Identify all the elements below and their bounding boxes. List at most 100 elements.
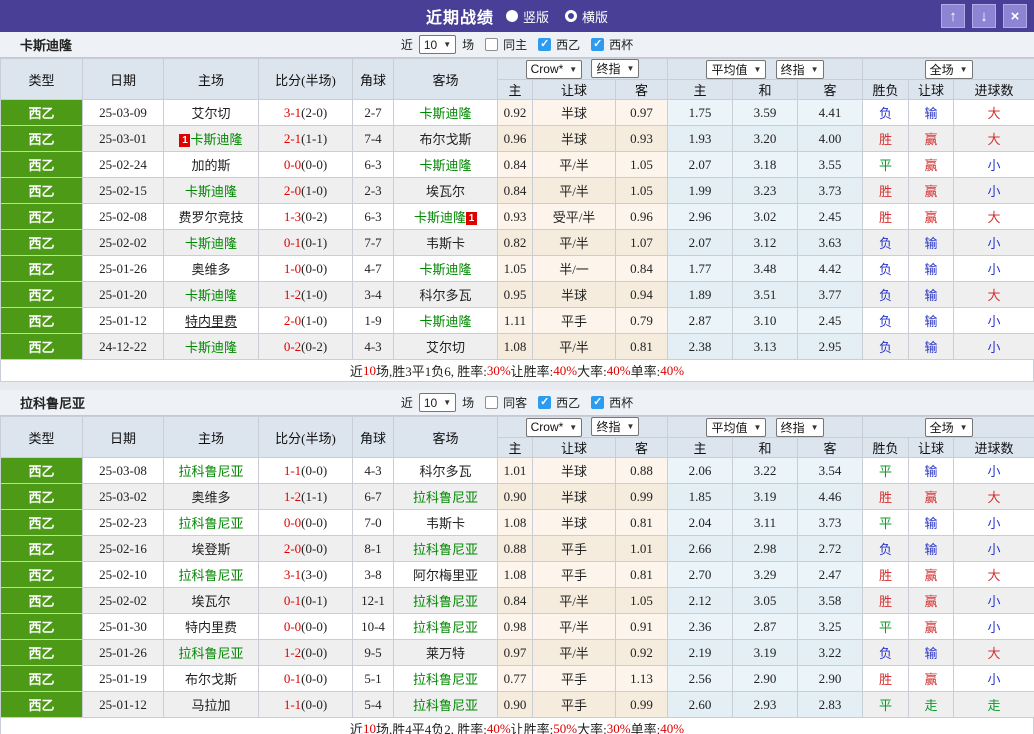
full-match-select[interactable]: 全场 ▼: [924, 59, 973, 79]
avg-away-odds: 3.63: [797, 229, 864, 256]
team-name-link[interactable]: 拉科鲁尼亚: [178, 568, 243, 583]
away-team-cell: 拉科鲁尼亚: [393, 535, 498, 562]
team-name-link[interactable]: 卡斯迪隆: [419, 158, 471, 173]
avg-home-odds: 2.19: [667, 639, 734, 666]
full-time-score: 0-0: [283, 514, 302, 530]
close-button[interactable]: ×: [1003, 4, 1027, 28]
team-name-link[interactable]: 韦斯卡: [426, 516, 465, 531]
same-venue-checkbox[interactable]: [485, 38, 499, 51]
half-time-score: (0-0): [301, 462, 328, 478]
team-name-link[interactable]: 科尔多瓦: [419, 464, 471, 479]
team-name-link[interactable]: 拉科鲁尼亚: [413, 620, 478, 635]
league-type-cell: 西乙: [0, 125, 83, 152]
team-name-link[interactable]: 拉科鲁尼亚: [413, 490, 478, 505]
average-time-select[interactable]: 终指 ▼: [775, 59, 824, 79]
team-name-link[interactable]: 卡斯迪隆: [185, 184, 237, 199]
handicap-result: 输: [908, 509, 955, 536]
odds-time-select[interactable]: 终指 ▼: [591, 59, 640, 79]
team-name-link[interactable]: 拉科鲁尼亚: [413, 542, 478, 557]
outcome-result: 负: [862, 333, 910, 360]
match-date-cell: 25-01-12: [82, 691, 164, 718]
team-name-link[interactable]: 卡斯迪隆: [185, 340, 237, 355]
team-name-link[interactable]: 卡斯迪隆: [185, 236, 237, 251]
team-name-link[interactable]: 拉科鲁尼亚: [413, 594, 478, 609]
vertical-layout-radio[interactable]: 竖版: [505, 7, 549, 26]
home-team-cell: 卡斯迪隆: [163, 281, 259, 308]
bookmaker-select[interactable]: Crow* ▼: [525, 59, 583, 79]
full-time-score: 0-1: [283, 592, 302, 608]
team-name-link[interactable]: 加的斯: [191, 158, 230, 173]
team-name-link[interactable]: 奥维多: [191, 262, 230, 277]
move-down-button[interactable]: ↓: [972, 4, 996, 28]
team-name-link[interactable]: 奥维多: [191, 490, 230, 505]
chevron-down-icon: ▼: [959, 422, 968, 432]
team-name-link[interactable]: 阿尔梅里亚: [413, 568, 478, 583]
avg-away-odds: 2.90: [797, 665, 864, 692]
team-name-link[interactable]: 埃瓦尔: [426, 184, 465, 199]
crow-home-odds: 1.08: [497, 509, 533, 536]
chevron-down-icon: ▼: [626, 64, 635, 74]
footer-stat-segment: 让胜率:: [510, 364, 554, 379]
avg-home-odds: 1.75: [667, 99, 734, 126]
move-up-button[interactable]: ↑: [941, 4, 965, 28]
team-name-link[interactable]: 卡斯迪隆: [414, 210, 466, 225]
team-name-link[interactable]: 拉科鲁尼亚: [413, 672, 478, 687]
col-header-date: 日期: [82, 416, 164, 458]
goals-result: 小: [953, 665, 1034, 692]
team-name-link[interactable]: 卡斯迪隆: [419, 262, 471, 277]
half-time-score: (0-1): [301, 592, 328, 608]
team-name-link[interactable]: 卡斯迪隆: [190, 132, 242, 147]
handicap-result: 赢: [908, 665, 955, 692]
team-name-link[interactable]: 卡斯迪隆: [185, 288, 237, 303]
full-match-select[interactable]: 全场 ▼: [924, 417, 973, 437]
league-checkbox[interactable]: [538, 37, 552, 51]
team-name-link[interactable]: 布尔戈斯: [185, 672, 237, 687]
col-header-outcome: 胜负: [862, 437, 910, 458]
match-row: 西乙 25-02-08 费罗尔竞技 1-3(0-2) 6-3 卡斯迪隆 1 0.93 受平/半 0…: [0, 203, 1034, 230]
select-value: 终指: [780, 62, 805, 77]
filter-controls: 近 10 ▼ 场 同主 西乙 西杯: [401, 35, 633, 54]
average-select[interactable]: 平均值 ▼: [706, 59, 767, 79]
chevron-down-icon: ▼: [959, 64, 968, 74]
average-time-select[interactable]: 终指 ▼: [775, 417, 824, 437]
team-name-link[interactable]: 拉科鲁尼亚: [178, 464, 243, 479]
crow-handicap: 平手: [532, 307, 616, 334]
avg-away-odds: 3.77: [797, 281, 864, 308]
footer-stat-segment: 40%: [660, 362, 685, 378]
outcome-result: 负: [862, 307, 910, 334]
close-icon: ×: [1010, 7, 1020, 25]
team-name-link[interactable]: 拉科鲁尼亚: [413, 698, 478, 713]
team-name-link[interactable]: 费罗尔竞技: [178, 210, 243, 225]
horizontal-layout-radio[interactable]: 横版: [565, 7, 608, 26]
team-name-link[interactable]: 拉科鲁尼亚: [178, 516, 243, 531]
match-count-select[interactable]: 10 ▼: [418, 35, 457, 54]
corner-score-cell: 5-1: [352, 665, 394, 692]
cup-checkbox[interactable]: [591, 37, 605, 51]
team-name-link[interactable]: 埃瓦尔: [191, 594, 230, 609]
team-name-link[interactable]: 埃登斯: [191, 542, 230, 557]
team-name-link[interactable]: 韦斯卡: [426, 236, 465, 251]
team-name-link[interactable]: 卡斯迪隆: [419, 106, 471, 121]
team-name-link[interactable]: 布尔戈斯: [419, 132, 471, 147]
team-name-link[interactable]: 艾尔切: [191, 106, 230, 121]
team-name-link[interactable]: 卡斯迪隆: [419, 314, 471, 329]
match-count-select[interactable]: 10 ▼: [418, 393, 457, 412]
same-venue-checkbox[interactable]: [485, 396, 499, 409]
match-date-cell: 25-02-23: [82, 509, 164, 536]
cup-checkbox[interactable]: [591, 395, 605, 409]
full-time-score: 1-1: [283, 462, 302, 478]
team-name-link[interactable]: 特内里费: [185, 620, 237, 635]
average-select[interactable]: 平均值 ▼: [706, 417, 767, 437]
avg-draw-odds: 2.98: [732, 535, 799, 562]
team-name-link[interactable]: 马拉加: [191, 698, 230, 713]
team-name-link[interactable]: 科尔多瓦: [419, 288, 471, 303]
odds-time-select[interactable]: 终指 ▼: [591, 417, 640, 437]
team-name-link[interactable]: 特内里费: [185, 314, 237, 329]
team-name-link[interactable]: 莱万特: [426, 646, 465, 661]
crow-away-odds: 0.92: [614, 639, 669, 666]
team-name-link[interactable]: 艾尔切: [426, 340, 465, 355]
bookmaker-select[interactable]: Crow* ▼: [525, 417, 583, 437]
match-row: 西乙 25-02-02 卡斯迪隆 0-1(0-1) 7-7 韦斯卡 0.82 平/半 1.07 2…: [0, 229, 1034, 256]
league-checkbox[interactable]: [538, 395, 552, 409]
team-name-link[interactable]: 拉科鲁尼亚: [178, 646, 243, 661]
